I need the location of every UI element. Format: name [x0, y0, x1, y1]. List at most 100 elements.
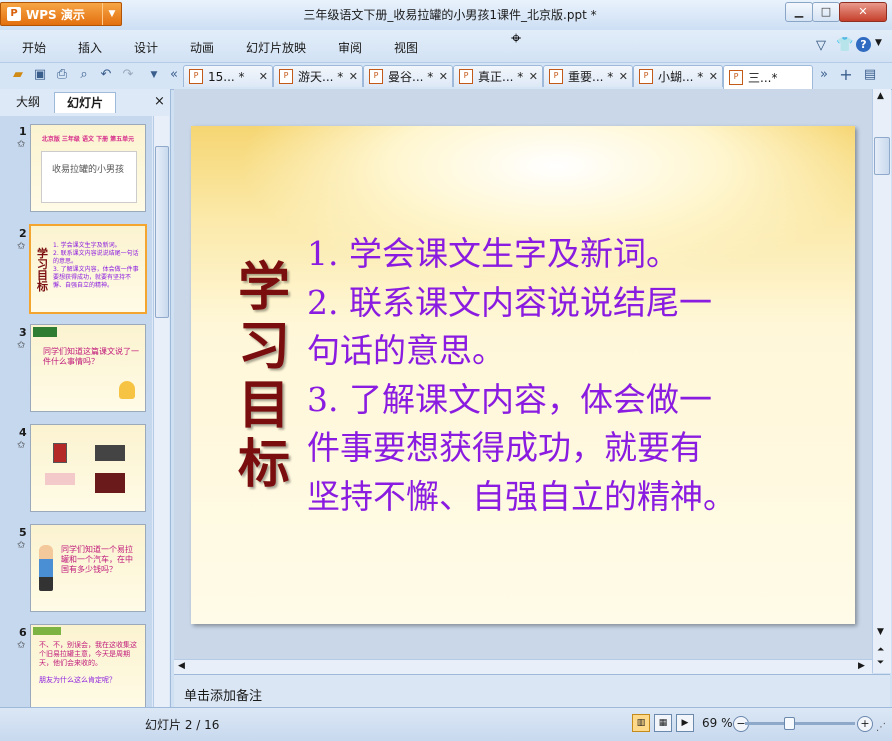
open-folder-icon[interactable]: ▰ — [10, 67, 26, 83]
tab-slides[interactable]: 幻灯片 — [54, 92, 116, 113]
undo-icon[interactable]: ↶ — [98, 67, 114, 83]
thumb-text: 同学们知道一个易拉罐和一个汽车，在中国有多少钱吗？ — [61, 545, 133, 574]
thumb-text: 收易拉罐的小男孩 — [51, 165, 124, 175]
thumb-text: 不、不，别误会，我在这收集这个旧易拉罐主意，今天是周期天，他们会来收的。 — [39, 641, 137, 667]
thumb-text: 北京版 三年级 语文 下册 第五单元 — [41, 136, 135, 143]
chevron-down-icon[interactable]: ▼ — [875, 38, 882, 48]
menu-review[interactable]: 审阅 — [338, 39, 362, 56]
zoom-level: 69 % — [702, 716, 733, 730]
ppt-file-icon: P — [189, 69, 203, 84]
close-button[interactable]: ✕ — [839, 2, 887, 22]
scrollbar-thumb[interactable] — [155, 146, 169, 318]
close-tab-icon[interactable]: ✕ — [349, 70, 358, 83]
close-tab-icon[interactable]: ✕ — [529, 70, 538, 83]
normal-view-icon[interactable]: ▥ — [632, 714, 650, 732]
notes-placeholder: 单击添加备注 — [184, 689, 263, 704]
menu-view[interactable]: 视图 — [394, 39, 418, 56]
main-vertical-scrollbar[interactable]: ▲ ▼ ⏶ ⏷ — [872, 89, 891, 673]
menu-design[interactable]: 设计 — [134, 39, 158, 56]
menu-slideshow[interactable]: 幻灯片放映 — [246, 39, 306, 56]
tabs-scroll-right-icon[interactable]: » — [816, 67, 832, 83]
slide-title[interactable]: 学习目标 — [229, 258, 299, 494]
transition-star-icon: ✩ — [17, 241, 26, 252]
main-horizontal-scrollbar[interactable]: ◀ ▶ — [174, 659, 872, 674]
previous-slide-icon[interactable]: ⏶ — [877, 645, 884, 655]
app-name: WPS 演示 — [26, 7, 85, 22]
minimize-button[interactable]: ▁ — [785, 2, 813, 22]
ppt-file-icon: P — [279, 69, 293, 84]
thumb-number: 3 — [19, 326, 27, 339]
next-slide-icon[interactable]: ⏷ — [877, 658, 884, 668]
maximize-button[interactable]: □ — [812, 2, 840, 22]
transition-star-icon: ✩ — [17, 139, 26, 150]
print-icon[interactable]: ⎙ — [54, 67, 70, 83]
help-icon[interactable]: ? — [856, 37, 871, 52]
skin-icon[interactable]: ▽ — [816, 38, 826, 53]
doc-tab[interactable]: P 小蝴... * ✕ — [633, 65, 723, 87]
slide-sorter-icon[interactable]: ▦ — [654, 714, 672, 732]
notes-pane[interactable]: 单击添加备注 — [174, 674, 890, 708]
doc-tab[interactable]: P 曼谷... * ✕ — [363, 65, 453, 87]
chalkboard-icon — [33, 327, 57, 337]
tabs-scroll-left-icon[interactable]: « — [166, 67, 182, 83]
window-title: 三年级语文下册_收易拉罐的小男孩1课件_北京版.ppt * — [303, 8, 597, 22]
zoom-slider[interactable] — [745, 722, 855, 725]
thumb-text: 学习目标 — [37, 247, 48, 293]
slide-thumbnail[interactable]: 不、不，别误会，我在这收集这个旧易拉罐主意，今天是周期天，他们会来收的。 朋友为… — [30, 624, 146, 707]
slides-panel: 大纲 幻灯片 × 1 ✩ 北京版 三年级 语文 下册 第五单元 收易拉罐的小男孩… — [0, 89, 171, 707]
scroll-down-icon[interactable]: ▼ — [877, 627, 884, 637]
slide-thumbnail[interactable]: 同学们知道这篇课文说了一件什么事情吗？ — [30, 324, 146, 412]
tab-outline[interactable]: 大纲 — [6, 92, 50, 112]
objective-line: 1. 学会课文生字及新词。 — [307, 234, 679, 273]
slide-thumbnail[interactable]: 同学们知道一个易拉罐和一个汽车，在中国有多少钱吗？ — [30, 524, 146, 612]
redo-icon[interactable]: ↷ — [120, 67, 136, 83]
app-menu-button[interactable]: P WPS 演示 ▼ — [0, 2, 122, 26]
slideshow-icon[interactable]: ▶ — [676, 714, 694, 732]
doc-tab[interactable]: P 游天... * ✕ — [273, 65, 363, 87]
zoom-in-button[interactable]: + — [857, 716, 873, 732]
scroll-left-icon[interactable]: ◀ — [178, 661, 185, 671]
doc-tab[interactable]: P 15... * ✕ — [183, 65, 273, 87]
objective-line: 坚持不懈、自强自立的精神。 — [307, 476, 736, 516]
doc-tab[interactable]: P 重要... * ✕ — [543, 65, 633, 87]
scrollbar-thumb[interactable] — [874, 137, 890, 175]
banner-icon — [33, 627, 61, 635]
doc-tab-label: 真正... * — [478, 70, 524, 84]
objective-line: 2. 联系课文内容说说结尾一 — [307, 282, 712, 322]
close-tab-icon[interactable]: ✕ — [259, 70, 268, 83]
doc-tab-label: 游天... * — [298, 70, 344, 84]
thumb-number: 1 — [19, 125, 27, 138]
objectives-text[interactable]: 1. 学会课文生字及新词。 2. 联系课文内容说说结尾一 句话的意思。 3. 了… — [307, 230, 847, 521]
new-tab-icon[interactable]: + — [838, 67, 854, 83]
transition-star-icon: ✩ — [17, 340, 26, 351]
soda-can-icon — [53, 443, 67, 463]
save-icon[interactable]: ▣ — [32, 67, 48, 83]
close-panel-icon[interactable]: × — [154, 94, 165, 109]
slide-thumbnail[interactable] — [30, 424, 146, 512]
scroll-up-icon[interactable]: ▲ — [877, 91, 884, 101]
close-tab-icon[interactable]: ✕ — [439, 70, 448, 83]
thumbnail-scrollbar[interactable] — [153, 116, 169, 707]
menu-animation[interactable]: 动画 — [190, 39, 214, 56]
doc-tab[interactable]: P 真正... * ✕ — [453, 65, 543, 87]
zoom-slider-handle[interactable] — [784, 717, 795, 730]
tab-list-icon[interactable]: ▤ — [862, 67, 878, 83]
thumb-text: 同学们知道这篇课文说了一件什么事情吗？ — [43, 347, 139, 366]
scroll-right-icon[interactable]: ▶ — [858, 661, 865, 671]
doc-tab-active[interactable]: P 三...* — [723, 65, 813, 89]
slide-thumbnail-selected[interactable]: 学习目标 1. 学会课文生字及新词。 2. 联系课文内容说说结尾一句话的意思。 … — [29, 224, 147, 314]
close-tab-icon[interactable]: ✕ — [709, 70, 718, 83]
slide-thumbnail[interactable]: 北京版 三年级 语文 下册 第五单元 收易拉罐的小男孩 — [30, 124, 146, 212]
thumb-number: 4 — [19, 426, 27, 439]
close-tab-icon[interactable]: ✕ — [619, 70, 628, 83]
menu-home[interactable]: 开始 — [22, 39, 46, 56]
print-preview-icon[interactable]: ⌕ — [76, 67, 92, 83]
menu-insert[interactable]: 插入 — [78, 39, 102, 56]
resize-grip-icon[interactable]: ⋰ — [876, 722, 886, 733]
objective-line: 句话的意思。 — [307, 331, 505, 370]
transition-star-icon: ✩ — [17, 440, 26, 451]
car-image-icon — [95, 445, 125, 461]
current-slide[interactable]: 学习目标 1. 学会课文生字及新词。 2. 联系课文内容说说结尾一 句话的意思。… — [191, 126, 855, 624]
customize-toolbar-icon[interactable]: ▼ — [146, 67, 162, 83]
shirt-icon[interactable]: 👕 — [836, 37, 853, 53]
